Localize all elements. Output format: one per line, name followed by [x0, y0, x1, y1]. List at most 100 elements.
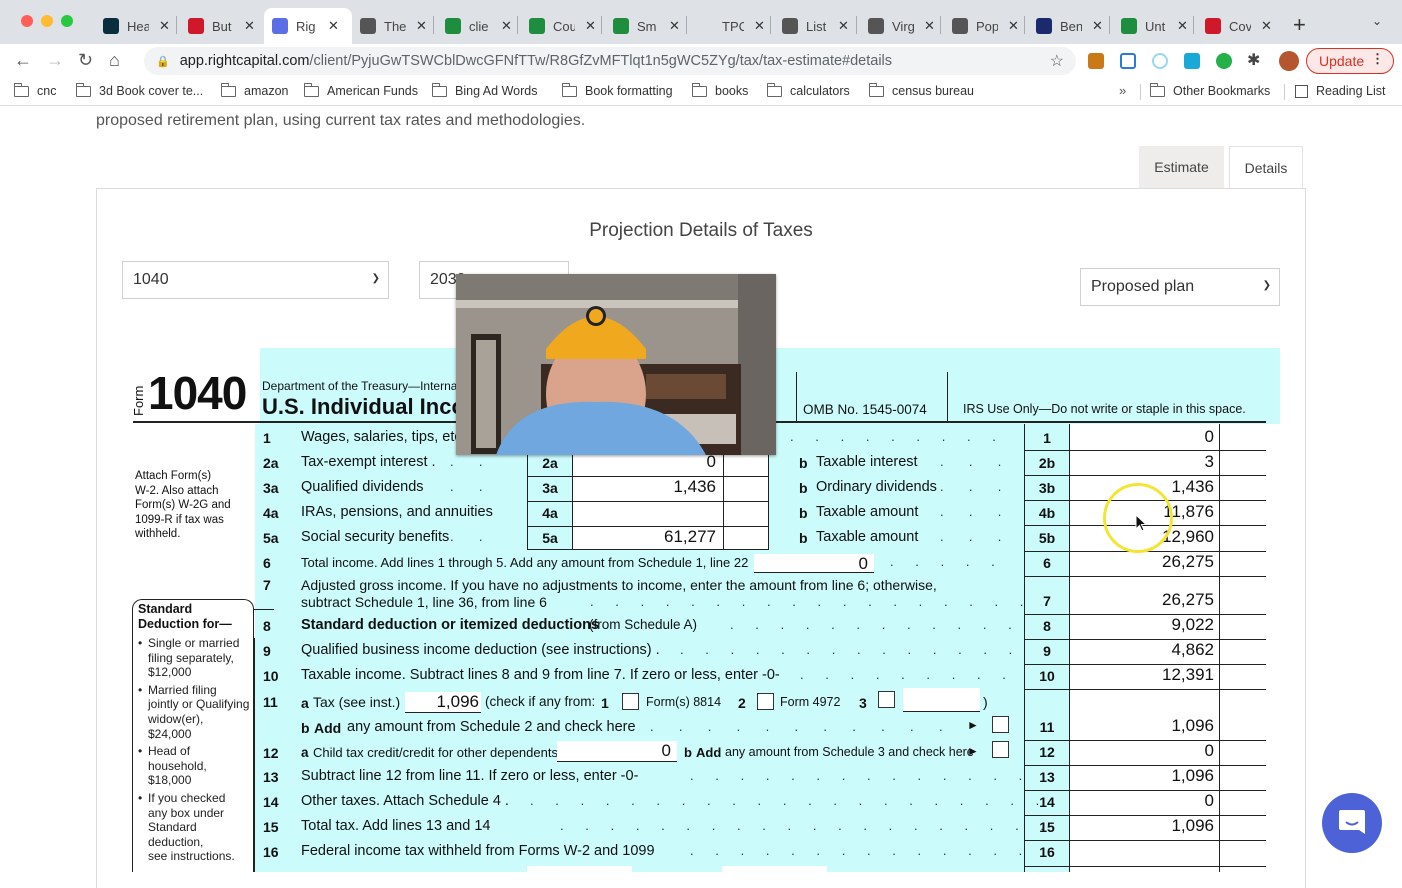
dot-leader: . . . . . . . . . . . . . .: [690, 843, 1023, 858]
line-box-l8: 8: [1043, 618, 1051, 634]
dot-leader: . . . . . . . . . . . . . .: [680, 642, 1013, 657]
b-label: b: [799, 530, 808, 546]
irs-use-only: IRS Use Only—Do not write or staple in t…: [963, 402, 1246, 416]
form-8814-checkbox[interactable]: [622, 693, 639, 710]
line-box-l16: 16: [1039, 844, 1055, 860]
dot-leader: . .: [450, 454, 483, 469]
bullet-icon: •: [138, 636, 143, 650]
standard-deduction-item-line: Single or married: [148, 636, 240, 650]
line-desc-l14: Other taxes. Attach Schedule 4 .: [301, 793, 509, 809]
line-box-l1: 1: [1043, 430, 1051, 446]
attach-note-line: Attach Form(s): [135, 470, 212, 482]
standard-deduction-item: • If you checked any box under Standard dedu…: [138, 791, 256, 864]
line-box-l13: 13: [1039, 769, 1055, 785]
line-11b-desc: any amount from Schedule 2 and check her…: [347, 719, 636, 735]
form-word: Form: [131, 385, 146, 416]
dot-leader: . .: [450, 479, 483, 494]
line-number-l9: 9: [263, 643, 271, 659]
attach-note: Attach Form(s) W-2. Also attach Form(s) W-…: [135, 469, 231, 542]
standard-deduction-item-line: filing separately,: [148, 650, 234, 665]
rule: [254, 638, 255, 872]
check-3-field[interactable]: [903, 688, 980, 712]
b-label: b: [799, 455, 808, 471]
line-number-l8: 8: [263, 618, 271, 634]
line-number-l11: 11: [263, 694, 278, 710]
line-box-l10: 10: [1039, 668, 1055, 684]
paren: ): [983, 694, 988, 710]
chat-icon: [1339, 810, 1365, 834]
attach-note-line: Form(s) W-2G and: [135, 499, 231, 511]
dot-leader: . . .: [940, 529, 1002, 544]
standard-deduction-item-line: widow(er),: [148, 711, 204, 726]
line-bdesc-l5: Taxable amount: [816, 529, 919, 545]
line-value-l10: 12,391: [1162, 665, 1214, 684]
line-value-l14: 0: [1204, 791, 1214, 810]
line-value-l15: 1,096: [1171, 816, 1214, 835]
check-1-number: 1: [601, 695, 609, 711]
form-4972-checkbox[interactable]: [757, 693, 774, 710]
line-box-l4: 4b: [1038, 505, 1056, 521]
line-bdesc-l2: Taxable interest: [816, 454, 918, 470]
line-12b-desc: any amount from Schedule 3 and check her…: [725, 745, 974, 759]
standard-deduction-item-line: jointly or Qualifying: [148, 697, 250, 712]
line-number-l5: 5a: [263, 530, 279, 546]
attach-note-line: 1099-R if tax was: [135, 513, 224, 526]
field-edge: [722, 866, 827, 872]
dot-leader: . .: [450, 504, 483, 519]
row-rule: [1024, 576, 1266, 577]
line-value-l12: 0: [1204, 741, 1214, 760]
bullet-icon: •: [138, 790, 143, 805]
line-box-l3: 3b: [1038, 480, 1056, 496]
standard-deduction-item-line: household,: [148, 758, 207, 773]
line-11a-desc: Tax (see inst.): [313, 694, 401, 710]
dot-leader: . . . . . . . . . . . . . .: [690, 768, 1023, 783]
standard-deduction-item-line: deduction,: [148, 834, 204, 849]
dot-leader: . . .: [940, 454, 1002, 469]
b-label: b: [799, 480, 808, 496]
line-12a-label: a: [301, 745, 309, 760]
line-value-l1: 0: [1204, 427, 1214, 446]
line-bdesc-l3: Ordinary dividends: [816, 479, 937, 495]
standard-deduction-title-line: Deduction for—: [138, 617, 232, 631]
line-number-l4: 4a: [263, 505, 279, 521]
line-number-l16: 16: [263, 844, 279, 860]
dot-leader: . . . . . . . . .: [800, 667, 1006, 682]
column-rule: [1219, 424, 1220, 872]
line-desc-l7-1: Adjusted gross income. If you have no ad…: [301, 577, 937, 593]
dot-leader: . .: [450, 529, 483, 544]
line-desc-l8-bold: Standard deduction or itemized deduction…: [301, 617, 600, 633]
line-avalue-l2: 0: [706, 452, 716, 471]
divider: [947, 372, 948, 422]
line-value-l7: 26,275: [1162, 590, 1214, 609]
line-desc-l13: Subtract line 12 from line 11. If zero o…: [301, 768, 639, 784]
standard-deduction-item-line: $12,000: [148, 665, 192, 680]
line-6-inline-value: 0: [858, 554, 868, 573]
schedule-2-checkbox[interactable]: [992, 716, 1009, 733]
standard-deduction-list: • Single or married filing separately, $12,…: [138, 636, 256, 867]
line-11a-label: a: [301, 695, 309, 711]
line-number-l14: 14: [263, 794, 279, 810]
line-number-l1: 1: [263, 430, 271, 446]
arrow-icon: ►: [967, 718, 979, 732]
attach-note-line: withheld.: [135, 528, 181, 540]
line-desc-l10: Taxable income. Subtract lines 8 and 9 f…: [301, 667, 780, 683]
dot-leader: . . . . . . . . . . . . . . . . . . . .: [560, 818, 1044, 833]
line-11-check-text: (check if any from:: [485, 694, 596, 709]
standard-deduction-item-line: any box under: [148, 805, 225, 820]
line-12b-label: b: [684, 745, 692, 760]
check-3-checkbox[interactable]: [878, 691, 895, 708]
arrow-icon: ►: [967, 744, 979, 758]
chat-support-button[interactable]: [1322, 793, 1382, 853]
line-12a-desc: Child tax credit/credit for other depend…: [313, 745, 558, 760]
line-box-l9: 9: [1043, 643, 1051, 659]
webcam-video-overlay[interactable]: [456, 274, 776, 455]
schedule-3-checkbox[interactable]: [992, 741, 1009, 758]
line-box-l6: 6: [1043, 555, 1051, 571]
rule: [254, 609, 274, 610]
line-number-l7: 7: [263, 577, 271, 593]
line-box-l2: 2b: [1038, 455, 1056, 471]
standard-deduction-title-line: Standard: [138, 602, 193, 616]
line-desc-l3: Qualified dividends: [301, 479, 424, 495]
line-abox-l5: 5a: [542, 530, 558, 546]
line-bdesc-l4: Taxable amount: [816, 504, 919, 520]
